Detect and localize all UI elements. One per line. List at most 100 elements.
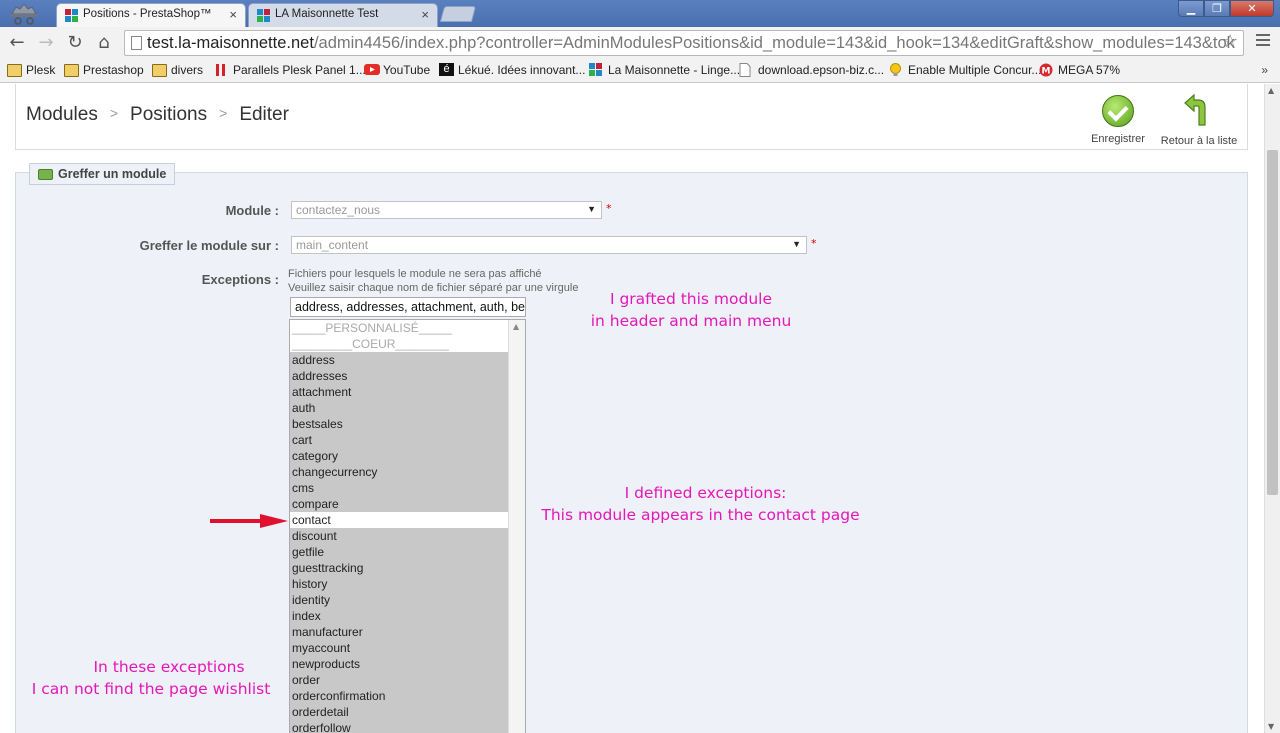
breadcrumb-modules[interactable]: Modules <box>26 104 98 125</box>
annotation-grafted: I grafted this module in header and main… <box>586 288 796 332</box>
list-item[interactable]: manufacturer <box>290 624 508 640</box>
list-item[interactable]: history <box>290 576 508 592</box>
list-item[interactable]: orderfollow <box>290 720 508 733</box>
back-label: Retour à la liste <box>1160 135 1238 147</box>
bookmark-divers[interactable]: divers <box>152 63 203 79</box>
list-item[interactable]: orderdetail <box>290 704 508 720</box>
list-item[interactable]: auth <box>290 400 508 416</box>
annotation-wishlist: In these exceptions I can not find the p… <box>18 656 284 700</box>
new-tab-button[interactable] <box>439 6 477 22</box>
hook-select[interactable]: main_content ▼ <box>291 236 807 254</box>
list-item[interactable]: myaccount <box>290 640 508 656</box>
tab-close-icon[interactable]: × <box>421 7 429 22</box>
close-window-icon[interactable]: ✕ <box>1230 0 1274 17</box>
required-marker: * <box>606 202 612 215</box>
page-scrollbar[interactable]: ▲ ▼ <box>1264 84 1280 733</box>
breadcrumb-editer: Editer <box>239 104 289 125</box>
page-icon <box>739 63 754 77</box>
scroll-down-icon[interactable]: ▼ <box>1268 722 1274 731</box>
page-content: Modules > Positions > Editer Enregistrer Ret… <box>0 84 1264 733</box>
window-controls: ▁ ❐ ✕ <box>1178 0 1274 18</box>
restore-icon[interactable]: ❐ <box>1204 0 1230 17</box>
list-item[interactable]: attachment <box>290 384 508 400</box>
graft-module-panel <box>15 172 1248 733</box>
parallels-icon <box>214 63 229 76</box>
page-icon <box>131 36 142 50</box>
forward-arrow-icon[interactable]: → <box>34 31 58 55</box>
bookmark-star-icon[interactable]: ☆ <box>1222 31 1238 52</box>
list-item[interactable]: order <box>290 672 508 688</box>
tab-title: LA Maisonnette Test <box>275 8 379 20</box>
breadcrumb: Modules > Positions > Editer <box>26 104 289 126</box>
hook-label: Greffer le module sur : <box>139 238 279 253</box>
bookmark-label: MEGA 57% <box>1058 63 1121 77</box>
bookmark-epson[interactable]: download.epson-biz.c... <box>739 63 884 79</box>
required-marker: * <box>811 237 817 250</box>
url-path: /admin4456/index.php?controller=AdminMod… <box>313 34 1235 52</box>
prestashop-favicon-icon <box>65 9 79 23</box>
scroll-up-icon[interactable]: ▲ <box>1268 86 1274 95</box>
annotation-line: I grafted this module <box>609 290 773 308</box>
reload-icon[interactable]: ↻ <box>63 31 87 55</box>
module-select[interactable]: contactez_nous ▼ <box>291 201 602 219</box>
chrome-menu-icon[interactable] <box>1256 34 1270 49</box>
panel-legend: Greffer un module <box>29 163 176 185</box>
list-item[interactable]: changecurrency <box>290 464 508 480</box>
exceptions-listbox[interactable]: _____PERSONNALISÉ_____ _________COEUR____… <box>289 319 526 733</box>
tab-la-maisonnette-test[interactable]: LA Maisonnette Test × <box>248 3 438 27</box>
mega-icon: M <box>1039 63 1054 77</box>
bookmark-prestashop[interactable]: Prestashop <box>64 63 144 79</box>
lightbulb-icon <box>889 63 904 76</box>
bookmark-label: Parallels Plesk Panel 1... <box>233 63 366 77</box>
chevron-right-icon: > <box>109 105 119 121</box>
home-icon[interactable]: ⌂ <box>92 31 116 55</box>
tab-positions-prestashop[interactable]: Positions - PrestaShop™ × <box>56 3 246 27</box>
bookmark-youtube[interactable]: YouTube <box>364 63 430 79</box>
bookmark-label: Prestashop <box>83 63 144 77</box>
list-item[interactable]: identity <box>290 592 508 608</box>
bookmark-lekue[interactable]: é Lékué. Idées innovant... <box>439 63 585 79</box>
red-arrow-icon <box>210 514 288 528</box>
list-item[interactable]: cms <box>290 480 508 496</box>
annotation-line: in header and main menu <box>590 312 792 330</box>
back-to-list-button[interactable]: Retour à la liste <box>1159 92 1239 147</box>
list-item[interactable]: address <box>290 352 508 368</box>
list-item[interactable]: newproducts <box>290 656 508 672</box>
list-item[interactable]: category <box>290 448 508 464</box>
exceptions-input[interactable]: address, addresses, attachment, auth, be <box>290 297 526 317</box>
list-item[interactable]: cart <box>290 432 508 448</box>
bookmark-parallels-plesk[interactable]: Parallels Plesk Panel 1... <box>214 63 366 79</box>
exceptions-label: Exceptions : <box>201 272 279 287</box>
list-item[interactable]: guesttracking <box>290 560 508 576</box>
list-item[interactable]: compare <box>290 496 508 512</box>
minimize-icon[interactable]: ▁ <box>1178 0 1204 17</box>
list-item[interactable]: orderconfirmation <box>290 688 508 704</box>
dropdown-arrow-icon: ▼ <box>792 239 801 249</box>
list-item[interactable]: index <box>290 608 508 624</box>
list-item[interactable]: getfile <box>290 544 508 560</box>
tab-close-icon[interactable]: × <box>229 7 237 22</box>
listbox-scrollbar[interactable]: ▲ <box>508 320 525 733</box>
scrollbar-thumb[interactable] <box>1267 150 1278 495</box>
bookmarks-overflow-icon[interactable]: » <box>1261 63 1268 77</box>
save-button[interactable]: Enregistrer <box>1088 92 1148 145</box>
breadcrumb-positions[interactable]: Positions <box>130 104 207 125</box>
annotation-line: I can not find the page wishlist <box>31 680 271 698</box>
bookmark-mega[interactable]: M MEGA 57% <box>1039 63 1120 79</box>
list-item[interactable]: bestsales <box>290 416 508 432</box>
bookmark-plesk[interactable]: Plesk <box>7 63 55 79</box>
bookmark-la-maisonnette[interactable]: La Maisonnette - Linge... <box>589 63 740 79</box>
scroll-up-icon[interactable]: ▲ <box>513 322 519 331</box>
back-arrow-icon[interactable]: ← <box>5 31 29 55</box>
list-item[interactable]: contact <box>290 512 508 528</box>
address-bar[interactable]: test.la-maisonnette.net/admin4456/index.… <box>124 30 1244 56</box>
legend-title: Greffer un module <box>58 167 167 181</box>
help-line-1: Fichiers pour lesquels le module ne sera… <box>288 268 542 280</box>
incognito-icon <box>10 3 38 25</box>
bookmark-enable-multiple[interactable]: Enable Multiple Concur... <box>889 63 1041 79</box>
bookmark-label: La Maisonnette - Linge... <box>608 63 741 77</box>
url-host: test.la-maisonnette.net <box>147 34 314 52</box>
list-item[interactable]: discount <box>290 528 508 544</box>
list-separator: _____PERSONNALISÉ_____ <box>290 320 508 336</box>
list-item[interactable]: addresses <box>290 368 508 384</box>
